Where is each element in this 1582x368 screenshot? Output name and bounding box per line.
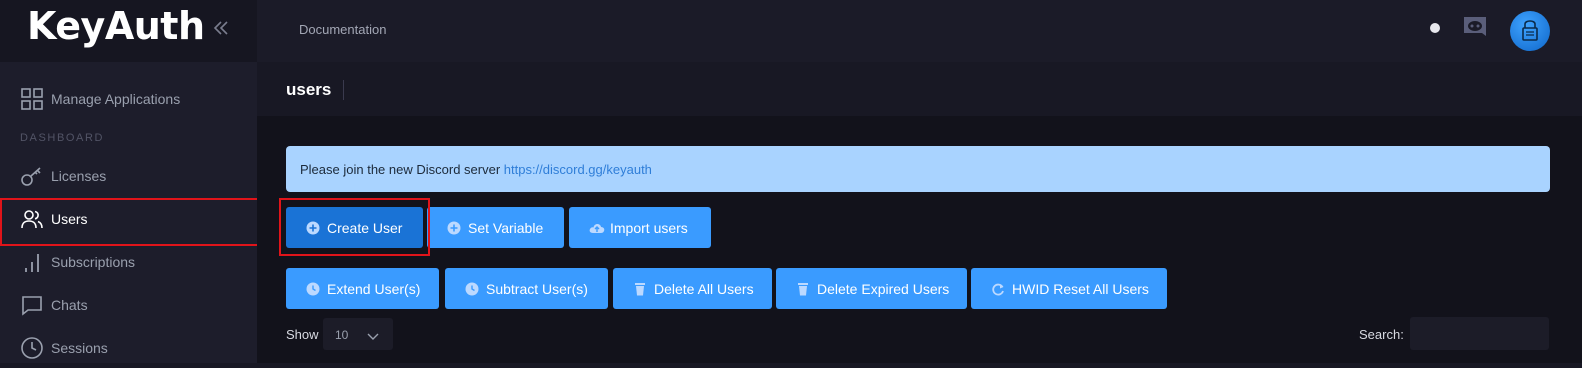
search-label: Search: [1359, 327, 1404, 342]
theme-toggle-dot[interactable] [1430, 23, 1440, 33]
sidebar-item-label: Chats [51, 297, 88, 313]
topbar: Documentation [257, 0, 1582, 62]
redo-icon [991, 282, 1005, 296]
create-user-highlight [279, 198, 430, 256]
discord-icon[interactable] [1461, 14, 1489, 42]
import-users-button[interactable]: Import users [569, 207, 711, 248]
plus-circle-icon [447, 221, 461, 235]
page-size-value: 10 [335, 328, 349, 342]
page-title: users [286, 80, 332, 99]
sidebar-item-label: Manage Applications [51, 91, 181, 107]
title-divider [343, 80, 344, 100]
alert-text: Please join the new Discord server https… [300, 162, 652, 177]
sidebar-item-chats[interactable]: Chats [0, 285, 257, 325]
chevron-down-icon [367, 329, 379, 340]
clock-icon [306, 282, 320, 296]
documentation-link[interactable]: Documentation [299, 22, 386, 37]
clock-icon [465, 282, 479, 296]
sidebar-item-label: Sessions [51, 340, 108, 356]
cloud-upload-icon [589, 221, 605, 235]
collapse-sidebar-icon[interactable] [211, 18, 231, 38]
delete-all-users-button[interactable]: Delete All Users [613, 268, 772, 309]
keyauth-logo[interactable]: KeyAuth [27, 4, 205, 48]
lock-icon [1522, 20, 1538, 41]
chat-icon [20, 293, 44, 317]
extend-users-button[interactable]: Extend User(s) [286, 268, 439, 309]
discord-invite-link[interactable]: https://discord.gg/keyauth [504, 162, 652, 177]
clock-icon [20, 336, 44, 360]
search-input[interactable] [1410, 317, 1549, 350]
subtract-users-button[interactable]: Subtract User(s) [445, 268, 608, 309]
main-content: Please join the new Discord server https… [257, 116, 1582, 363]
sidebar: KeyAuth Manage Applications DASHBOARD Li… [0, 0, 257, 363]
key-icon [20, 164, 44, 188]
set-variable-button[interactable]: Set Variable [427, 207, 564, 248]
trash-icon [796, 282, 810, 296]
brand-bar: KeyAuth [0, 0, 257, 62]
page-header: users [257, 62, 1582, 116]
delete-expired-users-button[interactable]: Delete Expired Users [776, 268, 967, 309]
grid-icon [20, 87, 44, 111]
discord-alert: Please join the new Discord server https… [286, 146, 1550, 192]
section-label-dashboard: DASHBOARD [20, 132, 105, 144]
trash-icon [633, 282, 647, 296]
avatar[interactable] [1510, 11, 1550, 51]
hwid-reset-all-users-button[interactable]: HWID Reset All Users [971, 268, 1167, 309]
users-nav-highlight [0, 198, 263, 246]
show-entries-label: Show [286, 327, 319, 342]
sidebar-item-label: Licenses [51, 168, 107, 184]
bar-chart-icon [20, 250, 44, 274]
sidebar-item-label: Subscriptions [51, 254, 136, 270]
page-size-select[interactable]: 10 [323, 318, 393, 350]
sidebar-item-subscriptions[interactable]: Subscriptions [0, 242, 257, 282]
sidebar-item-licenses[interactable]: Licenses [0, 156, 257, 196]
sidebar-item-manage-applications[interactable]: Manage Applications [0, 79, 257, 119]
sidebar-item-sessions[interactable]: Sessions [0, 328, 257, 368]
